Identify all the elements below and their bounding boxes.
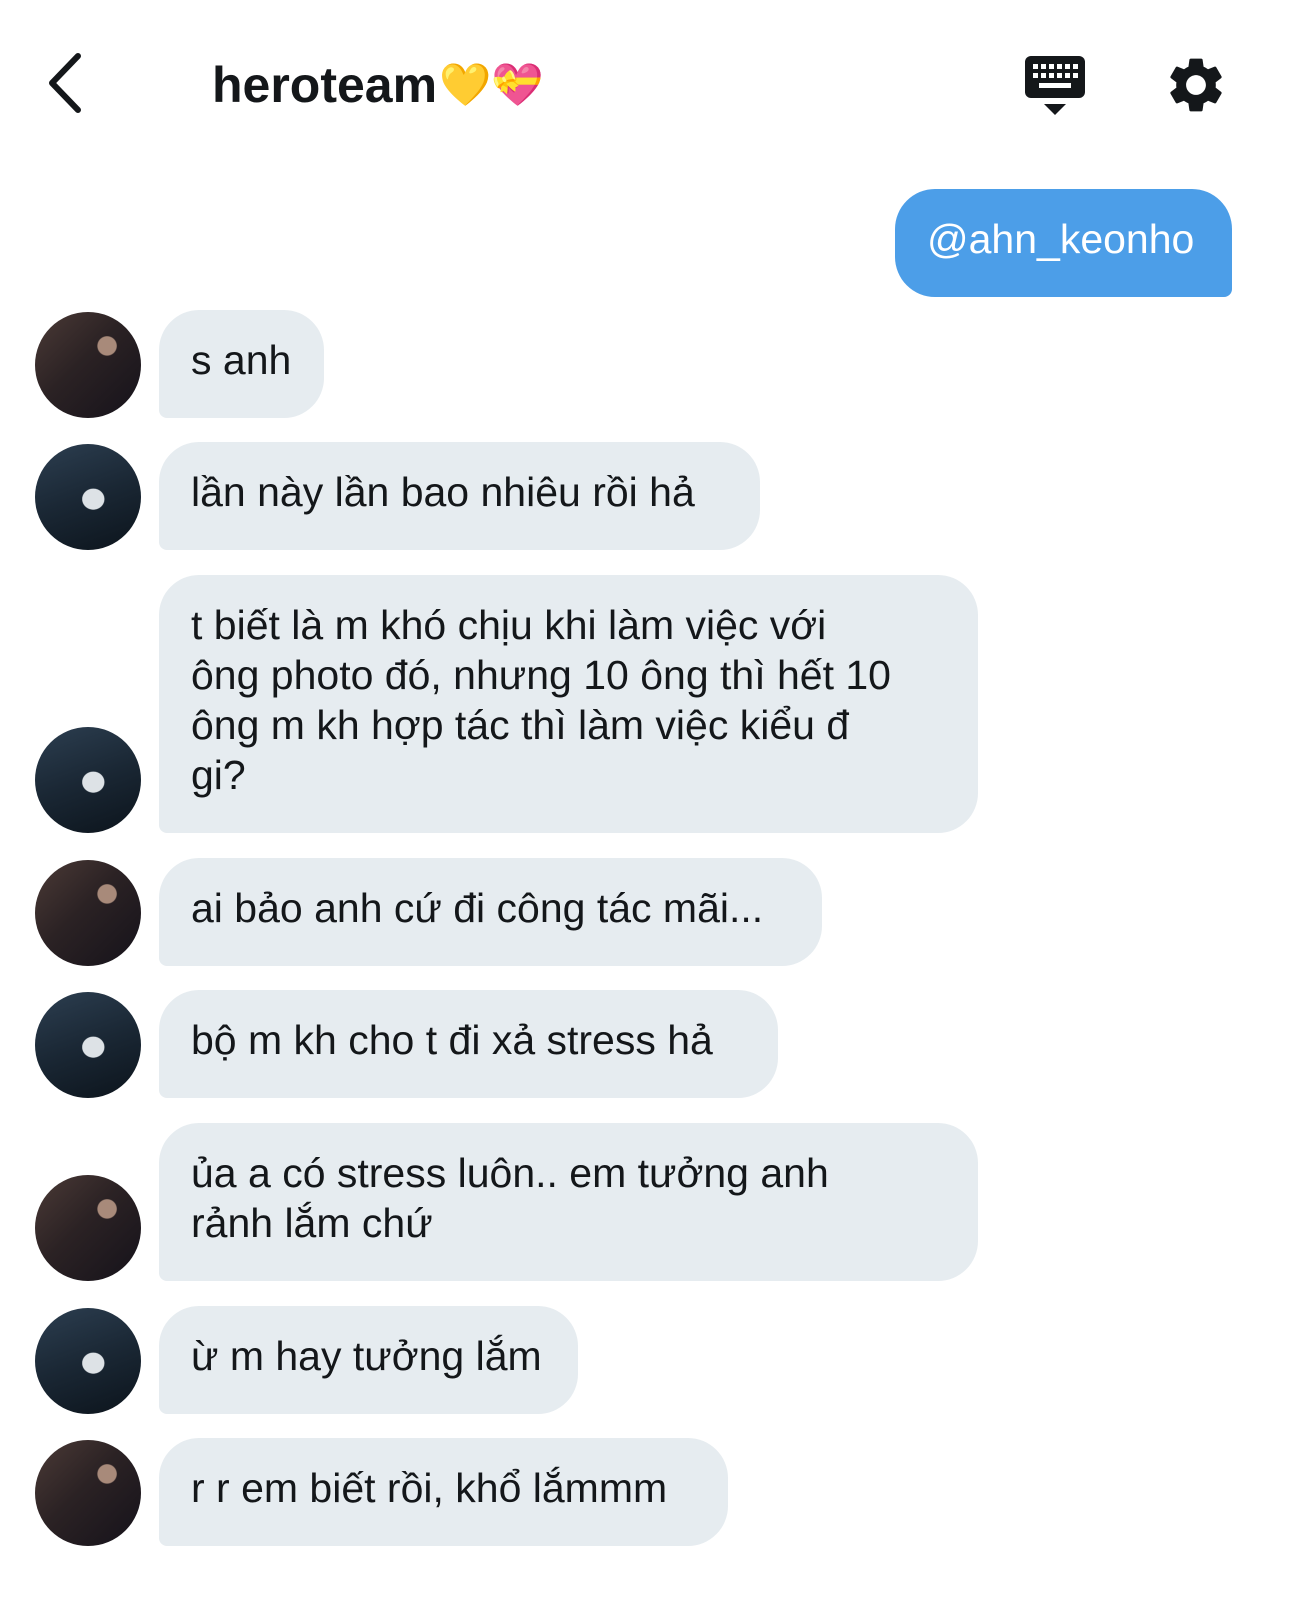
avatar[interactable] xyxy=(35,1175,141,1281)
back-chevron-icon xyxy=(49,53,81,113)
message-text: bộ m kh cho t đi xả stress hả xyxy=(191,1017,713,1063)
message-text: @ahn_keonho xyxy=(927,216,1195,262)
group-name: heroteam xyxy=(212,57,438,113)
message-line: ủa a có stress luôn.. em tưởng anh xyxy=(191,1150,829,1196)
title-emojis: 💛💝 xyxy=(439,60,544,109)
message-bubble-incoming[interactable]: t biết là m khó chịu khi làm việc với ôn… xyxy=(159,575,978,833)
avatar[interactable] xyxy=(35,1308,141,1414)
message-line: gi? xyxy=(191,752,246,798)
message-bubble-incoming[interactable]: ai bảo anh cứ đi công tác mãi... xyxy=(159,858,822,966)
keyboard-icon xyxy=(1025,56,1085,115)
gear-icon xyxy=(1170,58,1222,112)
keyboard-toggle-button[interactable] xyxy=(1022,52,1088,118)
message-bubble-outgoing[interactable]: @ahn_keonho xyxy=(895,189,1232,297)
avatar[interactable] xyxy=(35,992,141,1098)
avatar[interactable] xyxy=(35,727,141,833)
avatar[interactable] xyxy=(35,312,141,418)
message-bubble-incoming[interactable]: s anh xyxy=(159,310,324,418)
message-bubble-incoming[interactable]: lần này lần bao nhiêu rồi hả xyxy=(159,442,760,550)
message-bubble-incoming[interactable]: ủa a có stress luôn.. em tưởng anh rảnh … xyxy=(159,1123,978,1281)
message-text: r r em biết rồi, khổ lắmmm xyxy=(191,1465,668,1511)
avatar[interactable] xyxy=(35,860,141,966)
avatar[interactable] xyxy=(35,1440,141,1546)
message-text: lần này lần bao nhiêu rồi hả xyxy=(191,469,695,515)
message-text: ai bảo anh cứ đi công tác mãi... xyxy=(191,885,764,931)
message-bubble-incoming[interactable]: r r em biết rồi, khổ lắmmm xyxy=(159,1438,728,1546)
back-button[interactable] xyxy=(40,48,100,118)
message-bubble-incoming[interactable]: bộ m kh cho t đi xả stress hả xyxy=(159,990,778,1098)
settings-button[interactable] xyxy=(1163,52,1229,118)
message-line: rảnh lắm chứ xyxy=(191,1200,433,1246)
message-line: ông m kh hợp tác thì làm việc kiểu đ xyxy=(191,702,850,748)
message-text: s anh xyxy=(191,337,292,383)
conversation-header: heroteam 💛💝 xyxy=(0,0,1290,170)
message-line: ông photo đó, nhưng 10 ông thì hết 10 xyxy=(191,652,891,698)
conversation-title[interactable]: heroteam 💛💝 xyxy=(212,50,544,120)
message-line: t biết là m khó chịu khi làm việc với xyxy=(191,602,827,648)
message-text: ừ m hay tưởng lắm xyxy=(191,1333,542,1379)
message-bubble-incoming[interactable]: ừ m hay tưởng lắm xyxy=(159,1306,578,1414)
avatar[interactable] xyxy=(35,444,141,550)
